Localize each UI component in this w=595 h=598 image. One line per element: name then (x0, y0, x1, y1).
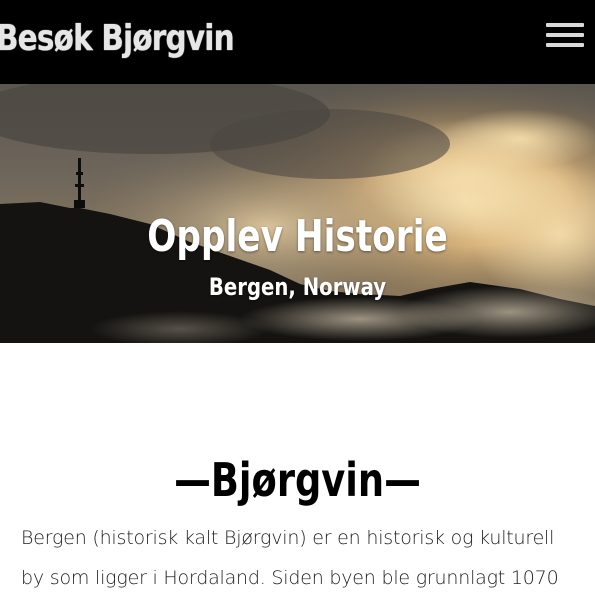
intro-text-line: Bergen (historisk kalt Bjørgvin) er en h… (21, 527, 555, 549)
site-brand-logo[interactable]: Besøk Bjørgvin (0, 14, 235, 64)
menu-icon-bar (546, 23, 584, 27)
hamburger-menu-button[interactable] (546, 20, 584, 52)
top-navigation-bar: Besøk Bjørgvin (0, 0, 595, 84)
menu-icon-bar (546, 43, 584, 47)
hero-subtitle: Bergen, Norway (208, 273, 387, 301)
intro-paragraph: Bergen (historisk kalt Bjørgvin) er en h… (21, 518, 581, 598)
intro-text-line: by som ligger i Hordaland. Siden byen bl… (21, 567, 559, 589)
hero-banner: Opplev Historie Bergen, Norway (0, 84, 595, 343)
menu-icon-bar (546, 33, 584, 37)
hero-title: Opplev Historie (147, 211, 448, 263)
section-heading: —Bjørgvin— (174, 453, 421, 508)
